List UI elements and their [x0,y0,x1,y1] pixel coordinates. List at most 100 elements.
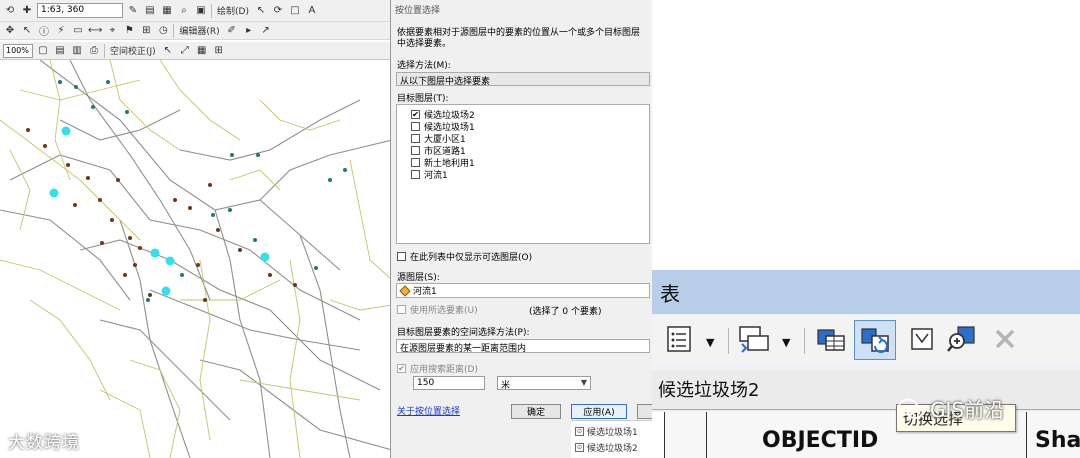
search-window-icon[interactable]: ⌕ [177,3,191,18]
target-layer-checkbox[interactable] [411,146,420,155]
find-icon[interactable]: ⌖ [105,23,119,38]
zoom-level-select[interactable]: 100% [3,43,33,58]
find-route-icon[interactable]: ⚑ [122,23,136,38]
select-elements-icon[interactable]: ↖ [254,3,268,18]
use-selected-option[interactable]: 使用所选要素(U) [397,303,478,316]
trace-icon[interactable]: ↗ [259,23,273,38]
switch-selection-button[interactable] [854,320,896,360]
candidate-site-point[interactable] [148,293,152,297]
hyperlink-icon[interactable]: ⚡ [54,23,68,38]
candidate-site-point[interactable] [26,128,30,132]
editor-toolbar-icon[interactable]: ✎ [126,3,140,18]
ok-button[interactable]: 确定 [511,404,561,419]
draw-menu[interactable]: 绘制(D) [215,3,251,18]
go-to-xy-icon[interactable]: ⊞ [139,23,153,38]
target-layer-checkbox[interactable] [411,134,420,143]
target-layer-checkbox[interactable]: ✔ [411,110,420,119]
candidate-site-point[interactable] [268,273,272,277]
edit-tool-icon[interactable]: ✐ [225,23,239,38]
help-link[interactable]: 关于按位置选择 [397,404,460,417]
candidate-site-point[interactable] [74,85,78,89]
straight-segment-icon[interactable]: ▸ [242,23,256,38]
pan-icon[interactable]: ✥ [3,23,17,38]
table-of-contents-icon[interactable]: ▤ [143,3,157,18]
candidate-site-point[interactable] [86,176,90,180]
candidate-site-point[interactable] [208,183,212,187]
candidate-site-point[interactable] [58,80,62,84]
candidate-site-point[interactable] [98,198,102,202]
candidate-site-point[interactable] [133,263,137,267]
time-slider-icon[interactable]: ◷ [156,23,170,38]
river-point[interactable] [260,252,270,262]
identify-icon[interactable]: ⓘ [37,23,51,38]
georeferencing-menu[interactable]: 空间校正(J) [108,43,158,58]
candidate-site-point[interactable] [43,144,47,148]
grid-icon[interactable]: ⊞ [212,43,226,58]
undo-icon[interactable]: ⟲ [3,3,17,18]
candidate-site-point[interactable] [138,246,142,250]
candidate-site-point[interactable] [116,178,120,182]
target-layer-checkbox[interactable] [411,170,420,179]
table-options-icon[interactable] [666,324,692,354]
candidate-site-point[interactable] [125,110,129,114]
rotate-icon[interactable]: ⟳ [271,3,285,18]
target-layer-checkbox[interactable] [411,122,420,131]
apply-distance-checkbox[interactable]: ✔ [397,364,406,373]
selection-method-select[interactable]: 从以下图层中选择要素 [396,72,650,87]
candidate-site-point[interactable] [203,298,207,302]
candidate-site-point[interactable] [66,163,70,167]
candidate-site-point[interactable] [73,203,77,207]
layer-tab[interactable]: 候选垃圾场2 [658,376,759,402]
only-selectable-checkbox[interactable] [397,252,406,261]
candidate-site-point[interactable] [110,218,114,222]
text-icon[interactable]: A [305,3,319,18]
river-point[interactable] [49,188,59,198]
candidate-site-point[interactable] [196,263,200,267]
toc-layer-item[interactable]: ⊙ 候选垃圾场2 [575,441,638,454]
candidate-site-point[interactable] [230,153,234,157]
zoom-whole-page-icon[interactable]: ▢ [36,43,50,58]
select-by-attributes-icon[interactable] [814,324,848,354]
source-layer-select[interactable]: 河流1 [396,283,650,298]
candidate-site-point[interactable] [106,80,110,84]
catalog-icon[interactable]: ▦ [160,3,174,18]
candidate-site-point[interactable] [146,298,150,302]
candidate-site-point[interactable] [211,213,215,217]
layout-view-icon[interactable]: ▥ [70,43,84,58]
apply-button[interactable]: 应用(A) [571,404,627,419]
chevron-down-icon[interactable]: ▼ [706,336,714,349]
candidate-site-point[interactable] [293,283,297,287]
related-tables-icon[interactable] [738,324,772,354]
rectangle-icon[interactable]: □ [288,3,302,18]
target-layer-item[interactable]: 河流1 [411,168,448,181]
distance-unit-select[interactable]: 米 ▼ [497,376,591,391]
spatial-method-select[interactable]: 在源图层要素的某一距离范围内 [396,339,650,354]
candidate-site-point[interactable] [123,273,127,277]
delete-selected-icon[interactable] [992,324,1018,354]
measure-icon[interactable]: ⟷ [88,23,102,38]
candidate-site-point[interactable] [228,208,232,212]
use-selected-checkbox[interactable] [397,305,406,314]
add-link-icon[interactable]: ⤢ [178,43,192,58]
river-point[interactable] [150,248,160,258]
candidate-site-point[interactable] [256,153,260,157]
candidate-site-point[interactable] [238,248,242,252]
chevron-down-icon[interactable]: ▼ [782,336,790,349]
html-popup-icon[interactable]: ▭ [71,23,85,38]
zoom-to-selected-icon[interactable] [946,324,978,354]
add-data-icon[interactable]: ✚ [20,3,34,18]
river-point[interactable] [165,256,175,266]
candidate-site-point[interactable] [100,241,104,245]
map-scale-input[interactable]: 1:63, 360 [37,3,123,18]
select-features-icon[interactable]: ↖ [20,23,34,38]
map-canvas[interactable] [0,60,392,458]
search-distance-input[interactable]: 150 [413,376,485,390]
candidate-site-point[interactable] [128,236,132,240]
candidate-site-point[interactable] [343,168,347,172]
close-button[interactable] [637,404,653,419]
target-layer-checkbox[interactable] [411,158,420,167]
river-point[interactable] [161,286,171,296]
view-link-table-icon[interactable]: ▦ [195,43,209,58]
apply-distance-option[interactable]: ✔ 应用搜索距离(D) [397,362,478,375]
clear-selection-icon[interactable] [908,324,936,354]
